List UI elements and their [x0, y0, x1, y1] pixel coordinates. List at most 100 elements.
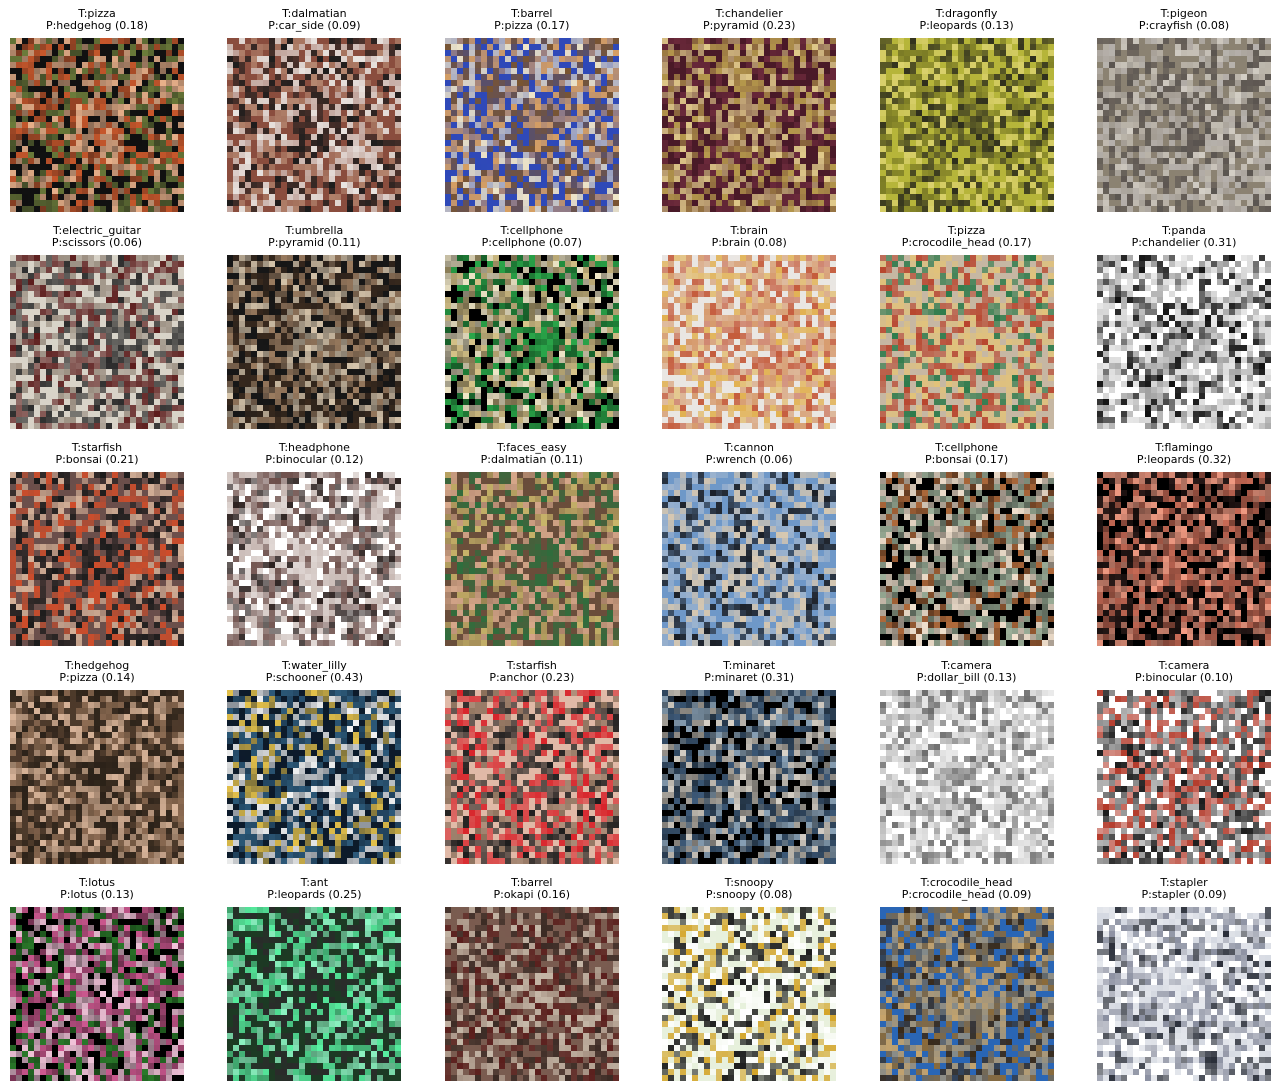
pixel: [993, 200, 1000, 206]
pixel: [824, 140, 831, 146]
pixel: [94, 134, 100, 140]
pixel: [710, 176, 717, 182]
pixel: [257, 122, 264, 128]
pixel: [70, 122, 76, 128]
pixel: [1097, 50, 1103, 56]
pixel: [692, 38, 699, 44]
pixel: [106, 104, 112, 110]
pixel: [903, 44, 910, 50]
pixel: [915, 188, 922, 194]
pixel: [921, 44, 928, 50]
pixel: [1035, 182, 1042, 188]
pixel: [1145, 176, 1151, 182]
pixel: [770, 146, 777, 152]
pixel: [160, 50, 166, 56]
pixel: [993, 68, 1000, 74]
pixel: [492, 38, 499, 44]
pixel: [58, 122, 64, 128]
pixel: [377, 206, 384, 212]
pixel: [64, 158, 70, 164]
pixel: [486, 68, 493, 74]
pixel: [782, 134, 789, 140]
pixel: [34, 122, 40, 128]
pixel: [251, 182, 258, 188]
pixel: [46, 116, 52, 122]
pixel: [510, 92, 517, 98]
pixel: [927, 146, 934, 152]
pixel: [674, 104, 681, 110]
pixel: [552, 56, 559, 62]
pixel: [275, 152, 282, 158]
pixel: [468, 170, 475, 176]
pixel: [1157, 122, 1163, 128]
pixel: [492, 98, 499, 104]
pixel: [776, 206, 783, 212]
pixel: [389, 122, 396, 128]
pixel: [317, 74, 324, 80]
pixel: [674, 134, 681, 140]
pixel: [504, 38, 511, 44]
pixel: [311, 62, 318, 68]
pixel: [570, 38, 577, 44]
pixel: [130, 194, 136, 200]
pixel: [1151, 164, 1157, 170]
pixel: [1127, 170, 1133, 176]
pixel: [662, 50, 669, 56]
pixel: [534, 170, 541, 176]
pixel: [365, 152, 372, 158]
pixel: [323, 62, 330, 68]
pixel: [486, 56, 493, 62]
pixel: [1169, 38, 1175, 44]
pixel: [389, 176, 396, 182]
pixel: [1115, 86, 1121, 92]
pixel: [558, 194, 565, 200]
pixel: [722, 56, 729, 62]
pixel: [915, 182, 922, 188]
pixel: [136, 134, 142, 140]
pixel: [686, 200, 693, 206]
pixel: [317, 92, 324, 98]
pixel: [323, 134, 330, 140]
pixel: [1253, 116, 1259, 122]
pixel: [323, 116, 330, 122]
pixel: [323, 122, 330, 128]
pixel: [281, 98, 288, 104]
pixel: [921, 68, 928, 74]
pixel: [746, 50, 753, 56]
pixel: [981, 200, 988, 206]
pixel: [142, 182, 148, 188]
pixel: [444, 146, 451, 152]
pixel: [528, 188, 535, 194]
pixel: [52, 158, 58, 164]
pixel: [456, 56, 463, 62]
pixel: [263, 164, 270, 170]
pixel: [94, 128, 100, 134]
pixel: [600, 176, 607, 182]
pixel: [52, 50, 58, 56]
pixel: [94, 104, 100, 110]
pixel: [1259, 86, 1265, 92]
pixel: [981, 74, 988, 80]
pixel: [311, 194, 318, 200]
pixel: [498, 146, 505, 152]
pixel: [1029, 86, 1036, 92]
pixel: [450, 128, 457, 134]
pixel: [692, 206, 699, 212]
pixel: [269, 44, 276, 50]
pixel: [1151, 122, 1157, 128]
pixel: [34, 44, 40, 50]
pixel: [166, 134, 172, 140]
pixel: [588, 128, 595, 134]
pixel: [830, 104, 837, 110]
pixel: [450, 50, 457, 56]
pixel: [927, 116, 934, 122]
pixel: [764, 74, 771, 80]
pixel: [88, 170, 94, 176]
pixel: [46, 110, 52, 116]
pixel: [758, 194, 765, 200]
pixel: [728, 68, 735, 74]
pixel: [1247, 110, 1253, 116]
pixel: [486, 182, 493, 188]
pixel: [100, 98, 106, 104]
pixel: [728, 176, 735, 182]
